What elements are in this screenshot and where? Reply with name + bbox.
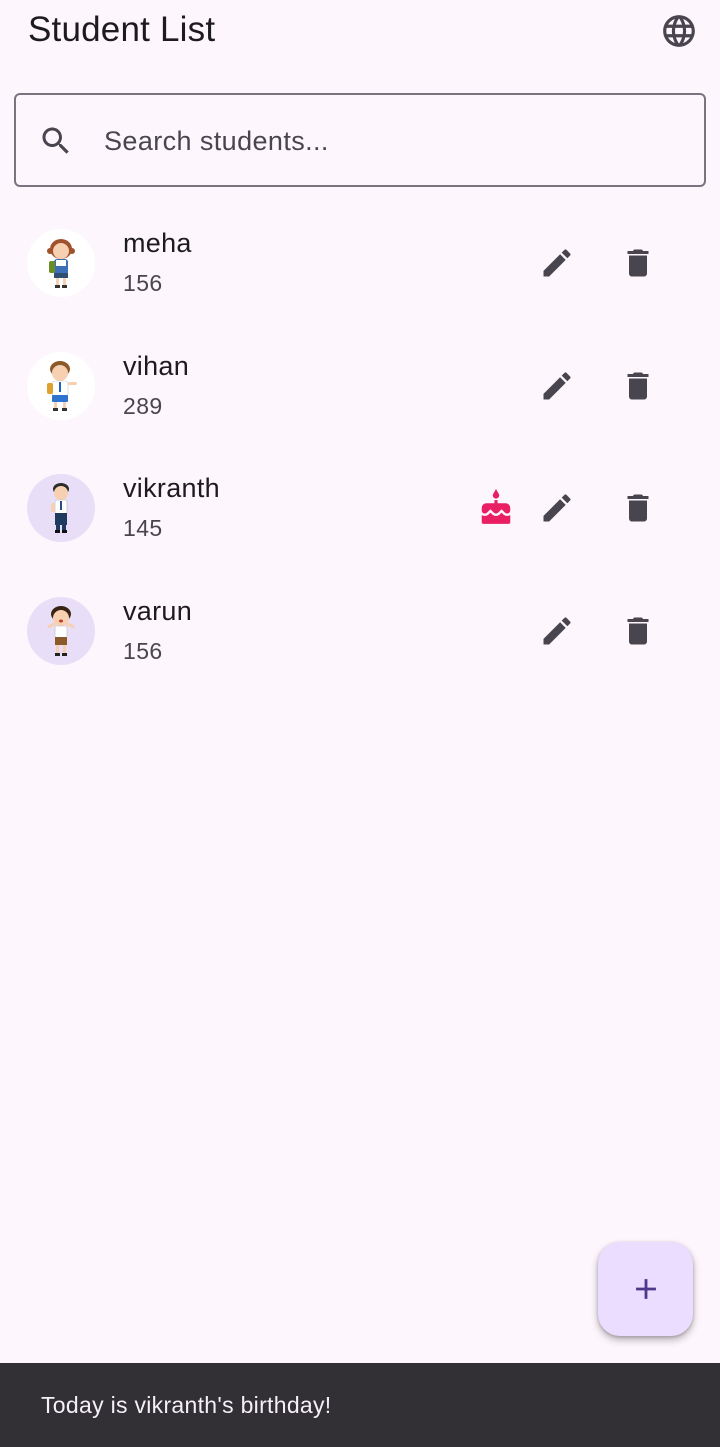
edit-button[interactable] xyxy=(533,362,581,410)
delete-button[interactable] xyxy=(614,362,662,410)
pencil-icon xyxy=(543,616,571,644)
snackbar: Today is vikranth's birthday! xyxy=(0,1363,720,1447)
student-number: 289 xyxy=(123,392,163,419)
trash-icon xyxy=(627,372,649,399)
page-title: Student List xyxy=(28,10,216,49)
student-number: 145 xyxy=(123,515,163,541)
trash-icon xyxy=(627,249,649,277)
student-boy-image xyxy=(47,360,77,411)
student-girl-image xyxy=(47,239,75,288)
app-bar: Student List xyxy=(0,0,720,64)
list-item[interactable]: vikranth 145 xyxy=(0,445,720,568)
avatar xyxy=(27,229,95,297)
edit-button[interactable] xyxy=(533,239,581,287)
trash-icon xyxy=(627,494,649,522)
avatar xyxy=(27,596,95,665)
student-name: varun xyxy=(123,595,193,626)
list-item[interactable]: varun 156 xyxy=(0,568,720,691)
language-button[interactable] xyxy=(658,10,700,52)
search-icon xyxy=(42,127,69,154)
trash-icon xyxy=(627,617,649,644)
delete-button[interactable] xyxy=(614,239,662,287)
pencil-icon xyxy=(543,371,571,399)
globe-icon xyxy=(663,15,695,47)
snackbar-message: Today is vikranth's birthday! xyxy=(41,1392,332,1418)
plus-icon xyxy=(635,1279,656,1299)
add-student-button[interactable] xyxy=(598,1242,693,1336)
search-field[interactable] xyxy=(14,93,706,187)
pencil-icon xyxy=(543,494,571,522)
delete-button[interactable] xyxy=(614,607,662,655)
cake-icon xyxy=(481,489,511,524)
student-number: 156 xyxy=(123,270,163,296)
student-name: meha xyxy=(123,228,192,258)
student-name: vikranth xyxy=(123,473,220,503)
list-item[interactable]: meha 156 xyxy=(0,200,720,323)
student-number: 156 xyxy=(123,637,163,664)
student-name: vihan xyxy=(123,350,190,381)
list-item[interactable]: vihan 289 xyxy=(0,323,720,446)
avatar xyxy=(27,474,95,542)
app-screen: Student List Search students... meha 156… xyxy=(0,0,720,1447)
pencil-icon xyxy=(543,249,571,277)
search-input[interactable] xyxy=(104,117,684,165)
edit-button[interactable] xyxy=(533,607,581,655)
avatar xyxy=(27,351,95,420)
edit-button[interactable] xyxy=(533,484,581,532)
student-list: meha 156 vihan 289 vikranth 145 varun 15… xyxy=(0,200,720,690)
birthday-indicator xyxy=(472,484,520,532)
delete-button[interactable] xyxy=(614,484,662,532)
student-boy-image xyxy=(51,483,69,533)
student-boy-image xyxy=(47,605,75,656)
